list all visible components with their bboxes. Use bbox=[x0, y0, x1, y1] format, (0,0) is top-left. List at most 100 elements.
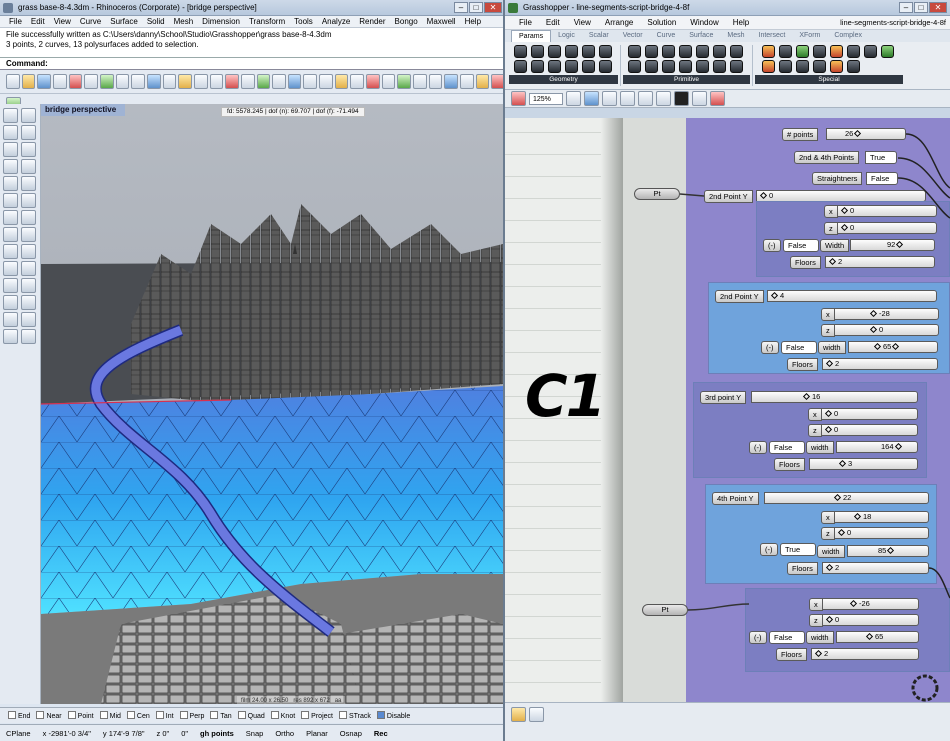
osnap-int[interactable]: Int bbox=[155, 711, 174, 720]
component-icon[interactable] bbox=[830, 45, 843, 58]
tool-icon[interactable] bbox=[21, 312, 36, 327]
num-points-slider[interactable]: 26 bbox=[826, 128, 906, 140]
menu-item[interactable]: Maxwell bbox=[427, 16, 456, 27]
osnap-perp[interactable]: Perp bbox=[179, 711, 204, 720]
toolbar-button-icon[interactable] bbox=[428, 74, 443, 89]
floors-slider[interactable]: 2 bbox=[811, 648, 919, 660]
record-history-toggle[interactable]: Rec bbox=[374, 729, 388, 738]
osnap-strack[interactable]: STrack bbox=[338, 711, 371, 720]
menu-item[interactable]: Mesh bbox=[174, 16, 194, 27]
tool-icon[interactable] bbox=[3, 108, 18, 123]
width-slider[interactable]: 85 bbox=[847, 545, 929, 557]
tool-icon[interactable] bbox=[3, 193, 18, 208]
negate-button[interactable]: (-) bbox=[760, 543, 778, 556]
tool-icon[interactable] bbox=[3, 159, 18, 174]
menu-item[interactable]: Bongo bbox=[395, 16, 418, 27]
snap-toggle[interactable]: Snap bbox=[246, 729, 264, 738]
checkbox-icon[interactable] bbox=[179, 711, 188, 719]
menu-item[interactable]: Window bbox=[690, 16, 718, 29]
toolbar-button-icon[interactable] bbox=[256, 74, 271, 89]
checkbox-icon[interactable] bbox=[301, 711, 310, 719]
toolbar-button-icon[interactable] bbox=[272, 74, 286, 89]
maximize-icon[interactable]: □ bbox=[914, 2, 928, 13]
component-icon[interactable] bbox=[513, 45, 527, 58]
minimize-icon[interactable]: – bbox=[899, 2, 913, 13]
close-icon[interactable]: ✕ bbox=[929, 2, 947, 13]
component-icon[interactable] bbox=[581, 60, 595, 73]
maximize-icon[interactable]: □ bbox=[469, 2, 483, 13]
component-icon[interactable] bbox=[779, 60, 792, 73]
viewport-tab[interactable]: bridge perspective bbox=[41, 104, 125, 116]
tool-icon[interactable] bbox=[3, 227, 18, 242]
component-icon[interactable] bbox=[581, 45, 595, 58]
menu-item[interactable]: Arrange bbox=[605, 16, 633, 29]
osnap-mid[interactable]: Mid bbox=[99, 711, 121, 720]
tab-vector[interactable]: Vector bbox=[616, 30, 650, 42]
menu-item[interactable]: Edit bbox=[546, 16, 560, 29]
tab-logic[interactable]: Logic bbox=[551, 30, 582, 42]
pencil-icon[interactable] bbox=[529, 707, 544, 722]
bridge-perspective-viewport[interactable]: bridge perspective fd: 5578.245 | dof (n… bbox=[41, 104, 503, 704]
tool-icon[interactable] bbox=[3, 329, 18, 344]
toolbar-button-icon[interactable] bbox=[162, 74, 177, 89]
tab-xform[interactable]: XForm bbox=[792, 30, 827, 42]
component-icon[interactable] bbox=[730, 45, 743, 58]
tool-icon[interactable] bbox=[21, 329, 36, 344]
osnap-toggle[interactable]: Osnap bbox=[340, 729, 362, 738]
checkbox-icon[interactable] bbox=[376, 711, 385, 719]
component-icon[interactable] bbox=[598, 60, 612, 73]
tool-icon[interactable] bbox=[21, 159, 36, 174]
tool-icon[interactable] bbox=[21, 142, 36, 157]
component-icon[interactable] bbox=[762, 45, 775, 58]
menu-item[interactable]: Surface bbox=[110, 16, 138, 27]
negate-toggle[interactable]: True bbox=[780, 543, 816, 556]
tool-icon[interactable] bbox=[21, 125, 36, 140]
checkbox-icon[interactable] bbox=[155, 711, 164, 719]
tool-icon[interactable] bbox=[21, 108, 36, 123]
tool-icon[interactable] bbox=[21, 227, 36, 242]
fourth-point-y-slider[interactable]: 22 bbox=[764, 492, 929, 504]
bake-icon[interactable] bbox=[692, 91, 707, 106]
solve-icon[interactable] bbox=[674, 91, 689, 106]
z-slider[interactable]: 0 bbox=[834, 527, 929, 539]
tool-icon[interactable] bbox=[3, 278, 18, 293]
menu-item[interactable]: Analyze bbox=[322, 16, 350, 27]
menu-item[interactable]: Help bbox=[733, 16, 749, 29]
preview-eye-icon[interactable] bbox=[602, 91, 617, 106]
menu-item[interactable]: Help bbox=[465, 16, 481, 27]
toolbar-button-icon[interactable] bbox=[99, 74, 114, 89]
preview-off-icon[interactable] bbox=[656, 91, 671, 106]
menu-item[interactable]: Solid bbox=[147, 16, 165, 27]
minimize-icon[interactable]: – bbox=[454, 2, 468, 13]
menu-item[interactable]: Transform bbox=[249, 16, 285, 27]
note-icon[interactable] bbox=[511, 707, 526, 722]
tab-intersect[interactable]: Intersect bbox=[752, 30, 793, 42]
planar-toggle[interactable]: Planar bbox=[306, 729, 328, 738]
checkbox-icon[interactable] bbox=[126, 711, 135, 719]
toolbar-button-icon[interactable] bbox=[193, 74, 208, 89]
current-layer[interactable]: gh points bbox=[200, 729, 234, 738]
toolbar-button-icon[interactable] bbox=[6, 74, 20, 89]
component-icon[interactable] bbox=[796, 45, 809, 58]
toolbar-button-icon[interactable] bbox=[444, 74, 459, 89]
width-slider[interactable]: 65 bbox=[848, 341, 938, 353]
tool-icon[interactable] bbox=[21, 278, 36, 293]
negate-button[interactable]: (-) bbox=[749, 631, 767, 644]
toolbar-button-icon[interactable] bbox=[475, 74, 490, 89]
tab-complex[interactable]: Complex bbox=[827, 30, 869, 42]
second-point-y-slider[interactable]: 4 bbox=[767, 290, 937, 302]
checkbox-icon[interactable] bbox=[237, 711, 246, 719]
tool-icon[interactable] bbox=[3, 176, 18, 191]
osnap-end[interactable]: End bbox=[8, 711, 30, 720]
component-icon[interactable] bbox=[713, 60, 726, 73]
component-icon[interactable] bbox=[830, 60, 843, 73]
toolbar-button-icon[interactable] bbox=[319, 74, 333, 89]
negate-button[interactable]: (-) bbox=[761, 341, 779, 354]
negate-toggle[interactable]: False bbox=[769, 631, 805, 644]
tool-icon[interactable] bbox=[21, 193, 36, 208]
component-icon[interactable] bbox=[847, 45, 860, 58]
tool-icon[interactable] bbox=[21, 244, 36, 259]
component-icon[interactable] bbox=[713, 45, 726, 58]
component-icon[interactable] bbox=[662, 45, 675, 58]
floors-slider[interactable]: 3 bbox=[809, 458, 918, 470]
